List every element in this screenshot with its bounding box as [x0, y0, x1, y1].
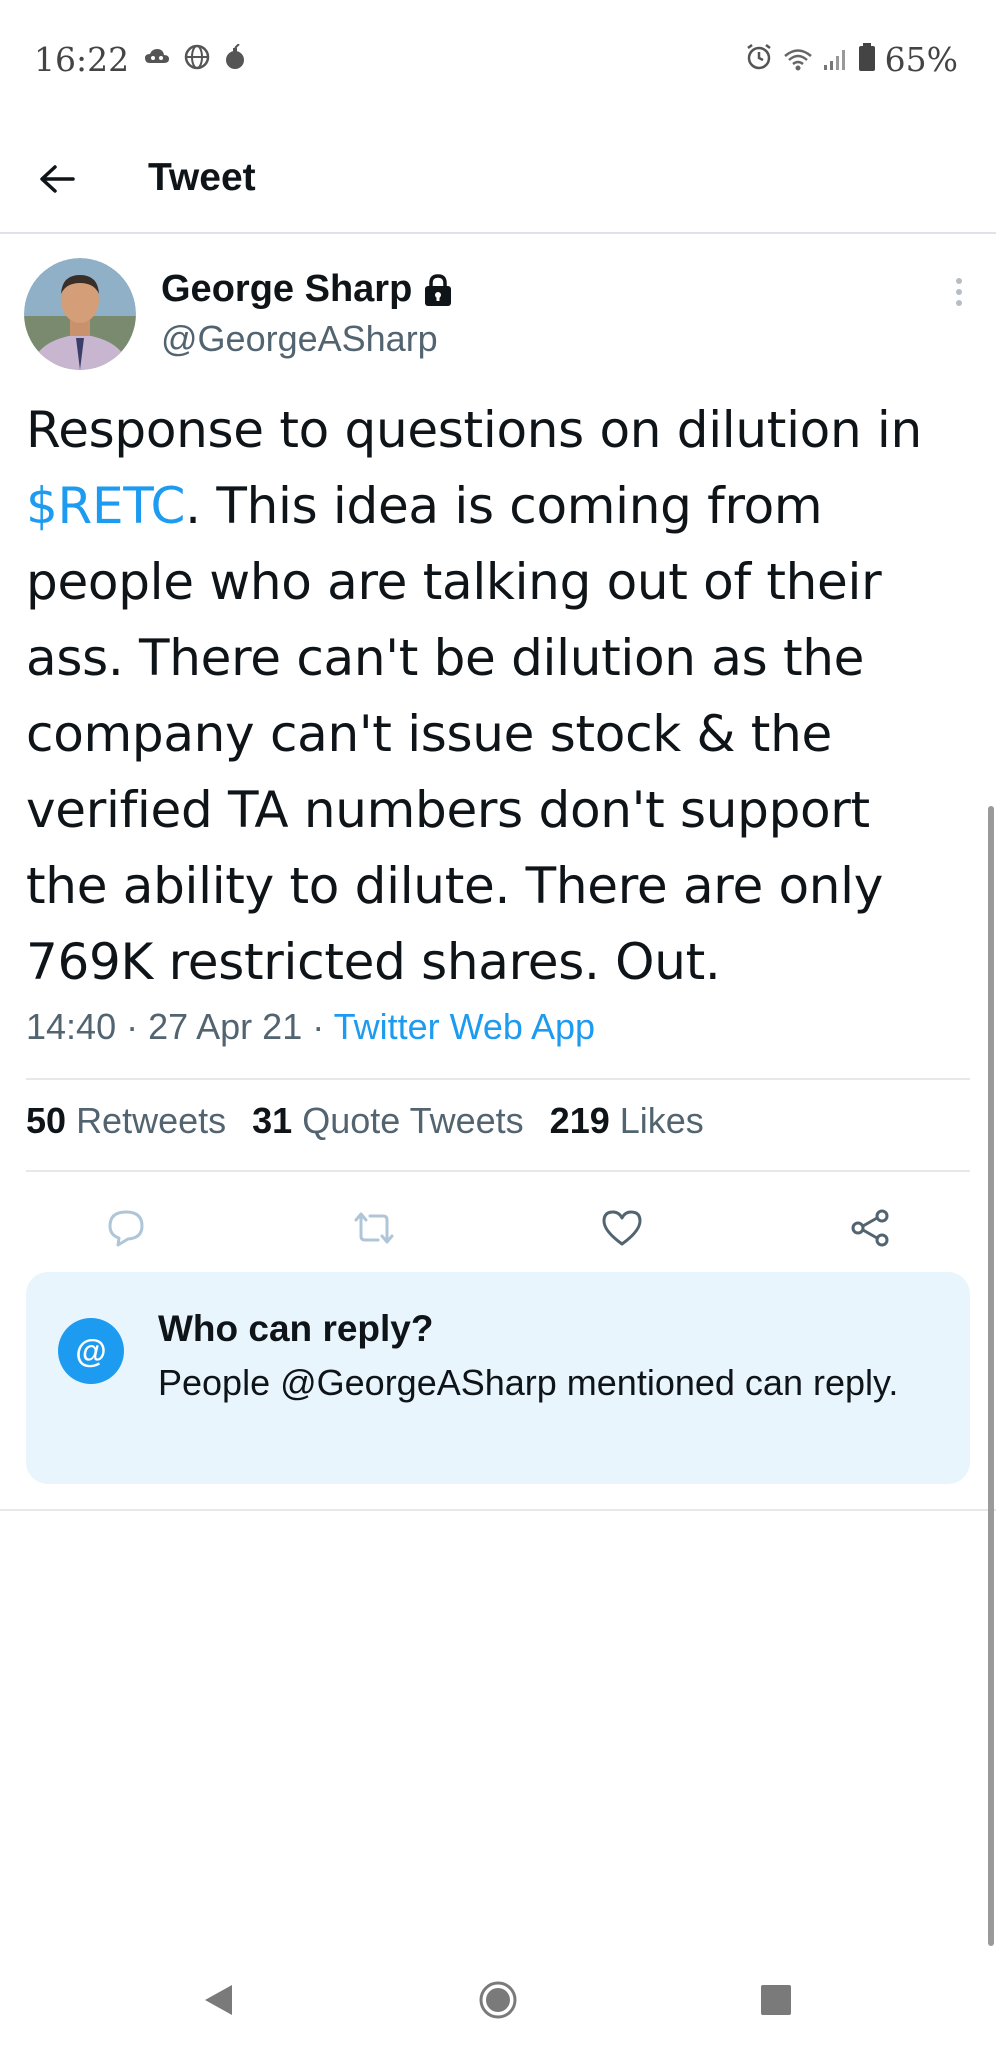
battery-percent: 65%: [884, 40, 958, 79]
tweet-source-link[interactable]: Twitter Web App: [334, 1006, 595, 1047]
likes-stat[interactable]: 219 Likes: [550, 1100, 704, 1142]
retweets-label: Retweets: [76, 1100, 227, 1141]
system-back-button[interactable]: [188, 1970, 248, 2030]
tweet-text: Response to questions on dilution in $RE…: [26, 392, 966, 1000]
back-triangle-icon: [205, 1985, 232, 2015]
divider: [26, 1170, 970, 1172]
cashtag-link[interactable]: $RETC: [26, 477, 185, 535]
scrollbar[interactable]: [988, 806, 994, 1946]
tweet-author: George Sharp @GeorgeASharp: [24, 258, 974, 374]
tweet-text-after: . This idea is coming from people who ar…: [26, 477, 884, 991]
globe-icon: [184, 44, 210, 75]
quotes-count: 31: [252, 1100, 293, 1141]
author-name-row: George Sharp: [161, 268, 454, 311]
likes-count: 219: [549, 1100, 610, 1141]
reply-button[interactable]: [98, 1200, 154, 1256]
status-right: 65%: [745, 40, 958, 79]
back-button[interactable]: [32, 154, 82, 204]
recents-square-icon: [761, 1985, 791, 2015]
meta-separator: ·: [116, 1006, 149, 1047]
retweet-button[interactable]: [346, 1200, 402, 1256]
like-icon: [602, 1210, 642, 1246]
bomb-icon: [224, 43, 246, 75]
more-vertical-icon: [956, 278, 962, 306]
top-app-bar: Tweet: [0, 118, 996, 234]
reply-icon: [108, 1210, 144, 1247]
retweets-count: 50: [26, 1100, 67, 1141]
avatar[interactable]: [24, 258, 136, 370]
tweet-meta: 14:40 · 27 Apr 21 · Twitter Web App: [26, 1006, 595, 1048]
share-button[interactable]: [842, 1200, 898, 1256]
reply-restriction-notice: @ Who can reply? People @GeorgeASharp me…: [26, 1272, 970, 1484]
status-bar: 16:22 65%: [0, 0, 996, 118]
battery-icon: [858, 40, 875, 79]
signal-icon: [823, 40, 849, 79]
reply-notice-description: People @GeorgeASharp mentioned can reply…: [158, 1362, 899, 1403]
wifi-icon: [783, 40, 813, 79]
system-nav-bar: [0, 1950, 996, 2048]
tweet-date: 27 Apr 21: [148, 1006, 303, 1047]
arrow-left-icon: [40, 165, 75, 193]
quote-tweets-stat[interactable]: 31 Quote Tweets: [252, 1100, 524, 1142]
home-circle-icon: [479, 1981, 517, 2019]
retweet-icon: [354, 1212, 394, 1244]
page-title: Tweet: [148, 156, 256, 199]
at-mention-icon: @: [58, 1318, 124, 1384]
author-handle[interactable]: @GeorgeASharp: [161, 318, 438, 360]
more-options-button[interactable]: [944, 272, 974, 312]
share-icon: [851, 1209, 889, 1247]
system-home-button[interactable]: [468, 1970, 528, 2030]
cloud-game-icon: [144, 47, 170, 72]
alarm-icon: [745, 40, 773, 79]
retweets-stat[interactable]: 50 Retweets: [26, 1100, 226, 1142]
author-name[interactable]: George Sharp: [161, 268, 412, 311]
status-left-icons: [144, 43, 246, 75]
likes-label: Likes: [619, 1100, 704, 1141]
status-time: 16:22: [34, 40, 130, 79]
tweet-text-before: Response to questions on dilution in: [26, 401, 922, 459]
like-button[interactable]: [594, 1200, 650, 1256]
quotes-label: Quote Tweets: [302, 1100, 524, 1141]
tweet-stats: 50 Retweets 31 Quote Tweets 219 Likes: [26, 1100, 704, 1142]
lock-icon: [425, 273, 452, 306]
meta-separator: ·: [302, 1006, 334, 1047]
system-recents-button[interactable]: [746, 1970, 806, 2030]
reply-notice-title: Who can reply?: [158, 1308, 434, 1349]
tweet-actions: [26, 1188, 970, 1268]
divider: [26, 1078, 970, 1080]
divider: [0, 1509, 996, 1511]
tweet-time: 14:40: [26, 1006, 117, 1047]
